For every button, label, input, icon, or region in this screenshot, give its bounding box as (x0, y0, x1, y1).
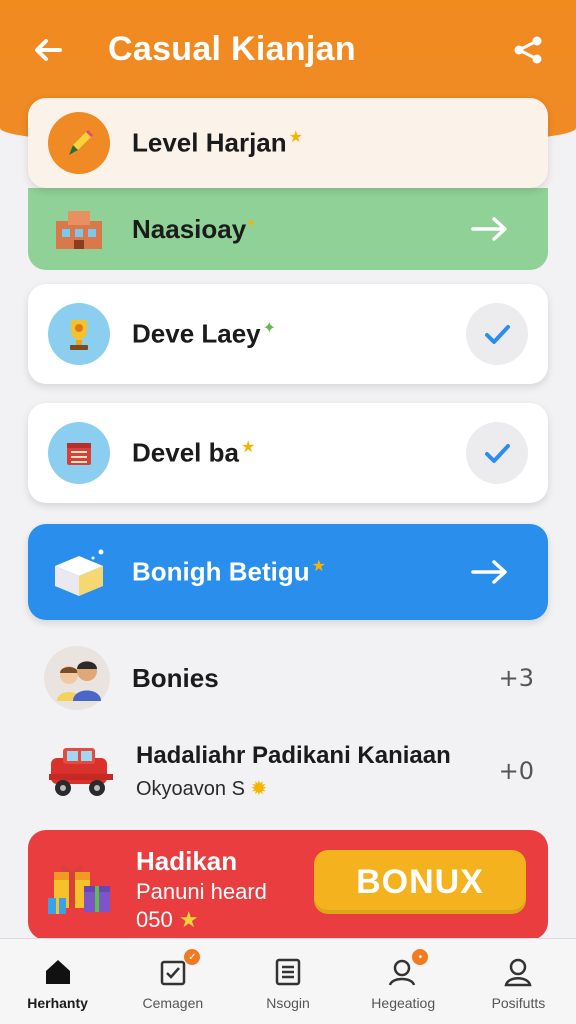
level-card-4[interactable]: Devel ba ★ (28, 403, 548, 503)
gift-icon (46, 846, 122, 922)
list-item[interactable]: Bonies +3 (44, 646, 544, 710)
truck-icon (44, 738, 118, 804)
bonus-text: Hadikan Panuni heard 050 ★ (136, 846, 267, 933)
notification-badge: • (412, 949, 429, 965)
card-label: Naasioay • (132, 213, 254, 244)
pencil-icon (48, 112, 110, 174)
level-card-3[interactable]: Deve Laey ✦ (28, 284, 548, 384)
list-icon (275, 958, 301, 986)
trophy-icon (48, 303, 110, 365)
notification-badge: ✓ (184, 949, 201, 965)
check-icon (485, 444, 510, 463)
tab-home[interactable]: Herhanty (0, 939, 115, 1024)
row-title: Hadaliahr Padikani Kaniaan (136, 741, 451, 769)
tab-label: Hegeatiog (371, 995, 436, 1011)
row-count: +3 (498, 664, 534, 692)
tab-label: Nsogin (266, 995, 310, 1011)
tab-profile[interactable]: • Hegeatiog (346, 939, 461, 1024)
share-icon (514, 36, 542, 64)
share-button[interactable] (506, 28, 550, 72)
row-subtitle: Okyoavon S ✹ (136, 777, 268, 800)
back-arrow-icon (35, 39, 62, 61)
building-icon (48, 198, 110, 260)
tab-label: Posifutts (491, 995, 546, 1011)
back-button[interactable] (26, 28, 70, 72)
tab-calendar[interactable]: ✓ Cemagen (115, 939, 230, 1024)
tab-user[interactable]: Posifutts (461, 939, 576, 1024)
level-card-1[interactable]: Level Harjan ★ (28, 98, 548, 188)
bonus-title: Hadikan (136, 846, 238, 876)
tab-label: Cemagen (142, 995, 204, 1011)
check-button[interactable] (466, 303, 528, 365)
tab-label: Herhanty (27, 995, 88, 1011)
level-card-5[interactable]: Bonigh Betigu ★ (28, 524, 548, 620)
check-button[interactable] (466, 422, 528, 484)
bonus-subtitle: Panuni heard (136, 879, 267, 904)
card-label: Level Harjan ★ (132, 127, 303, 158)
card-label: Devel ba ★ (132, 437, 256, 468)
row-count: +0 (498, 757, 534, 785)
bonus-card: Hadikan Panuni heard 050 ★ BONUX (28, 830, 548, 940)
card-label: Bonigh Betigu ★ (132, 556, 326, 587)
arrow-right-icon (471, 560, 507, 584)
card-label: Deve Laey ✦ (132, 318, 277, 349)
bottom-tab-bar: Herhanty ✓ Cemagen Nsogin • Hegeatiog Po… (0, 938, 576, 1024)
tab-list[interactable]: Nsogin (230, 939, 345, 1024)
arrow-right-icon (471, 217, 507, 241)
friends-avatar (44, 646, 110, 710)
check-icon (485, 325, 510, 344)
chest-icon (48, 422, 110, 484)
home-icon (45, 960, 70, 984)
box-icon (48, 541, 110, 603)
list-item[interactable]: Hadaliahr Padikani Kaniaan Okyoavon S ✹ … (44, 736, 544, 806)
bonus-button[interactable]: BONUX (314, 850, 526, 914)
bonus-amount: 050 ★ (136, 907, 199, 932)
level-card-2[interactable]: Naasioay • (28, 188, 548, 270)
row-label: Bonies (132, 662, 219, 693)
page-title: Casual Kianjan (108, 30, 356, 68)
user-icon (504, 958, 532, 987)
calendar-icon (160, 960, 186, 986)
